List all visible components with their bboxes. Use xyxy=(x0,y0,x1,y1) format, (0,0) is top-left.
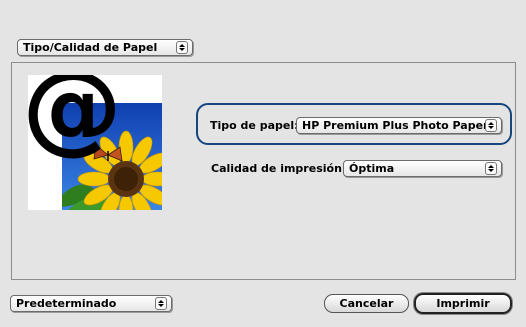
print-quality-popup[interactable]: Óptima xyxy=(343,160,502,177)
paper-type-popup[interactable]: HP Premium Plus Photo Paper xyxy=(296,117,502,134)
presets-popup[interactable]: Predeterminado xyxy=(10,295,172,312)
panel-selector-value: Tipo/Calidad de Papel xyxy=(23,41,158,54)
paper-type-label: Tipo de papel: xyxy=(210,119,299,132)
popup-arrows-icon xyxy=(485,162,497,175)
popup-arrows-icon xyxy=(176,41,188,54)
paper-preview-image: @ xyxy=(28,75,162,210)
at-symbol: @ xyxy=(28,75,122,165)
presets-value: Predeterminado xyxy=(16,297,117,310)
popup-arrows-icon xyxy=(485,119,497,132)
paper-type-value: HP Premium Plus Photo Paper xyxy=(302,119,485,132)
print-quality-label: Calidad de impresión: xyxy=(211,162,347,175)
panel-selector-popup[interactable]: Tipo/Calidad de Papel xyxy=(17,39,193,56)
print-button[interactable]: Imprimir xyxy=(414,293,512,314)
print-quality-value: Óptima xyxy=(349,162,395,175)
popup-arrows-icon xyxy=(155,297,167,310)
cancel-button[interactable]: Cancelar xyxy=(324,294,409,313)
